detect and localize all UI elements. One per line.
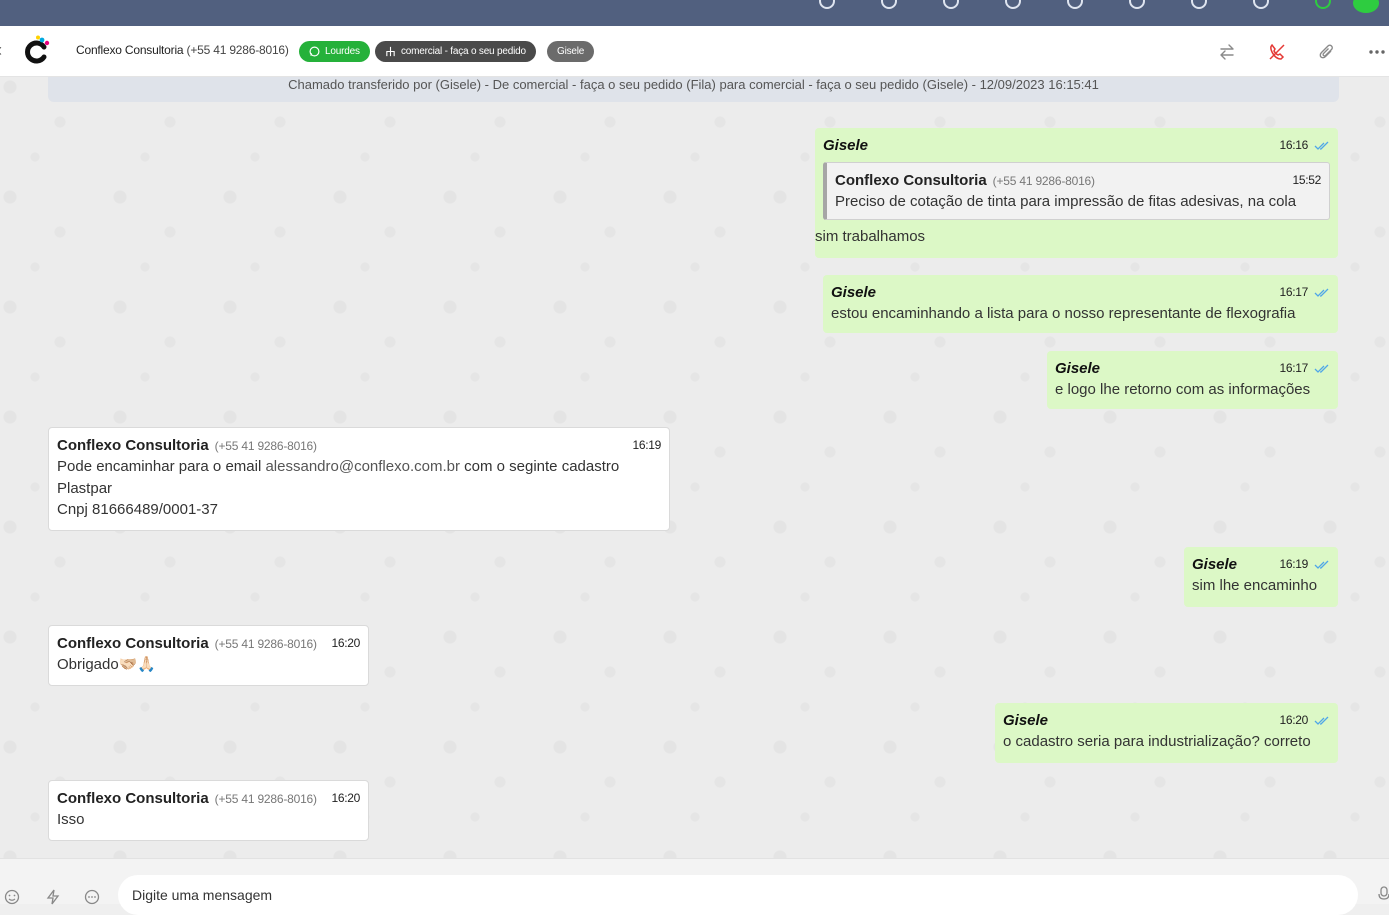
message-text: o cadastro seria para industrialização? …	[1003, 733, 1311, 750]
message-text: estou encaminhando a lista para o nosso …	[831, 305, 1296, 322]
email-link[interactable]: alessandro@conflexo.com.br	[265, 458, 460, 475]
read-ticks-icon	[1314, 288, 1329, 297]
conflexo-logo	[25, 35, 50, 64]
transfer-icon	[1220, 44, 1234, 60]
message-outgoing[interactable]: Gisele 16:16 Conflexo Consultoria (+55 41…	[815, 128, 1338, 258]
message-time: 16:16	[1279, 138, 1308, 153]
message-text: Pode encaminhar para o email alessandro@…	[57, 456, 661, 478]
message-time: 16:19	[632, 438, 661, 453]
message-sender-phone: (+55 41 9286-8016)	[214, 438, 317, 453]
message-sender: Conflexo Consultoria	[57, 634, 209, 652]
message-incoming[interactable]: Conflexo Consultoria (+55 41 9286-8016) 1…	[48, 427, 670, 531]
status-online-icon[interactable]	[1315, 0, 1331, 9]
message-incoming[interactable]: Conflexo Consultoria (+55 41 9286-8016) 1…	[48, 625, 369, 686]
message-outgoing[interactable]: Gisele 16:17 estou encaminhando a lista …	[823, 275, 1338, 333]
phone-icon[interactable]	[1191, 0, 1207, 9]
message-text: e logo lhe retorno com as informações	[1055, 381, 1311, 398]
read-ticks-icon	[1314, 364, 1329, 373]
user-avatar[interactable]	[1353, 0, 1379, 13]
message-sender-phone: (+55 41 9286-8016)	[214, 791, 317, 806]
queue-icon[interactable]	[1067, 0, 1083, 9]
message-time: 16:20	[1279, 713, 1308, 728]
transfer-button[interactable]	[1216, 41, 1238, 63]
message-composer	[0, 858, 1389, 915]
message-sender-phone: (+55 41 9286-8016)	[214, 636, 317, 651]
read-ticks-icon	[1314, 560, 1329, 569]
message-sender: Gisele	[831, 284, 877, 302]
back-chevron-icon[interactable]: ‹	[0, 40, 2, 61]
contacts-icon[interactable]	[881, 0, 897, 9]
read-ticks-icon	[1314, 716, 1329, 725]
quote-phone: (+55 41 9286-8016)	[992, 173, 1095, 188]
message-sender: Gisele	[1003, 712, 1049, 730]
contact-info[interactable]: Conflexo Consultoria (+55 41 9286-8016)	[76, 43, 289, 57]
message-text-part: Pode encaminhar para o email	[57, 458, 266, 475]
message-text: Obrigado🫱🏻‍🫲🏼🙏🏻	[57, 656, 157, 673]
topbar-icons	[773, 0, 1379, 13]
message-sender: Gisele	[1192, 556, 1238, 574]
attachment-button[interactable]	[1316, 41, 1338, 63]
message-time: 16:17	[1279, 361, 1308, 376]
system-message: Chamado transferido por (Gisele) - De co…	[48, 77, 1339, 102]
contact-name: Conflexo Consultoria	[76, 43, 184, 57]
quote-sender: Conflexo Consultoria	[835, 171, 987, 189]
message-sender: Conflexo Consultoria	[57, 436, 209, 454]
message-outgoing[interactable]: Gisele 16:20 o cadastro seria para indus…	[995, 703, 1338, 763]
tag-icon[interactable]	[943, 0, 959, 9]
quoted-message[interactable]: Conflexo Consultoria (+55 41 9286-8016) 1…	[823, 162, 1330, 220]
chat-area[interactable]: Chamado transferido por (Gisele) - De co…	[0, 77, 1389, 858]
chat-icon[interactable]	[819, 0, 835, 9]
attachment-icon	[1319, 44, 1333, 59]
channel-tag[interactable]: Lourdes	[299, 41, 370, 62]
message-time: 16:20	[331, 791, 360, 806]
quote-time: 15:52	[1292, 173, 1321, 188]
contact-phone: (+55 41 9286-8016)	[186, 43, 289, 57]
whatsapp-icon	[309, 46, 320, 57]
message-input[interactable]	[118, 875, 1358, 915]
settings-icon[interactable]	[1253, 0, 1269, 9]
message-text: Isso	[57, 811, 85, 828]
app-topbar	[0, 0, 1389, 26]
message-outgoing[interactable]: Gisele 16:17 e logo lhe retorno com as i…	[1047, 351, 1338, 409]
end-call-button[interactable]	[1266, 41, 1288, 63]
message-outgoing[interactable]: Gisele 16:19 sim lhe encaminho	[1184, 547, 1338, 607]
message-text: sim trabalhamos	[815, 227, 926, 245]
message-sender: Conflexo Consultoria	[57, 789, 209, 807]
message-text: sim lhe encaminho	[1192, 577, 1318, 594]
queue-tag-label: comercial - faça o seu pedido	[401, 46, 526, 57]
clock-icon[interactable]	[1129, 0, 1145, 9]
message-incoming[interactable]: Conflexo Consultoria (+55 41 9286-8016) 1…	[48, 780, 369, 841]
more-options-icon	[1369, 50, 1385, 54]
channel-tag-label: Lourdes	[325, 46, 360, 57]
message-time: 16:17	[1279, 285, 1308, 300]
mic-icon[interactable]	[1376, 886, 1389, 902]
chat-header: ‹ Conflexo Consultoria (+55 41 9286-8016…	[0, 26, 1389, 77]
queue-tree-icon	[386, 46, 395, 57]
read-ticks-icon	[1314, 141, 1329, 150]
agent-tag-label: Gisele	[557, 46, 585, 57]
message-sender: Gisele	[1055, 360, 1101, 378]
more-options-button[interactable]	[1366, 41, 1388, 63]
message-text-line: Cnpj 81666489/0001-37	[57, 501, 218, 518]
message-sender: Gisele	[823, 137, 869, 155]
message-text-part: com o seginte cadastro	[459, 458, 620, 475]
message-time: 16:19	[1279, 557, 1308, 572]
quote-text: Preciso de cotação de tinta para impress…	[835, 193, 1297, 210]
queue-tag[interactable]: comercial - faça o seu pedido	[375, 41, 536, 62]
message-text-line: Plastpar	[57, 479, 113, 497]
agent-tag[interactable]: Gisele	[547, 41, 595, 62]
end-call-icon	[1269, 43, 1285, 60]
clipboard-icon[interactable]	[1005, 0, 1021, 9]
message-time: 16:20	[331, 636, 360, 651]
